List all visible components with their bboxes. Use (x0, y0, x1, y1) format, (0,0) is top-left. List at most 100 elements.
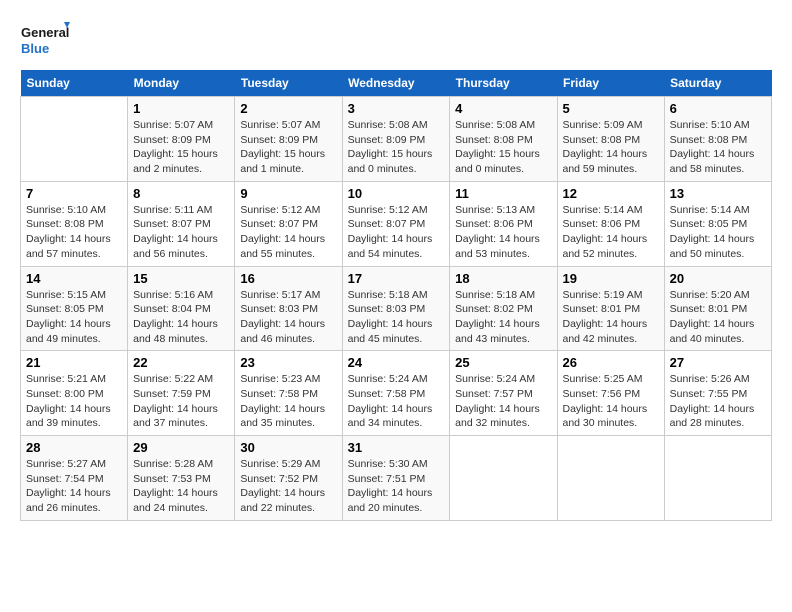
calendar-cell: 8 Sunrise: 5:11 AM Sunset: 8:07 PM Daylig… (128, 181, 235, 266)
day-number: 2 (240, 101, 336, 116)
day-number: 7 (26, 186, 122, 201)
day-number: 10 (348, 186, 445, 201)
day-number: 5 (563, 101, 659, 116)
day-number: 3 (348, 101, 445, 116)
calendar-cell: 24 Sunrise: 5:24 AM Sunset: 7:58 PM Dayli… (342, 351, 450, 436)
day-number: 29 (133, 440, 229, 455)
svg-text:Blue: Blue (21, 41, 49, 56)
header-row: SundayMondayTuesdayWednesdayThursdayFrid… (21, 70, 772, 97)
week-row-5: 28 Sunrise: 5:27 AM Sunset: 7:54 PM Dayli… (21, 436, 772, 521)
day-info: Sunrise: 5:08 AM Sunset: 8:08 PM Dayligh… (455, 118, 551, 177)
calendar-cell: 19 Sunrise: 5:19 AM Sunset: 8:01 PM Dayli… (557, 266, 664, 351)
calendar-cell: 14 Sunrise: 5:15 AM Sunset: 8:05 PM Dayli… (21, 266, 128, 351)
calendar-cell: 6Sunrise: 5:10 AM Sunset: 8:08 PM Daylig… (664, 97, 771, 182)
header-day-saturday: Saturday (664, 70, 771, 97)
day-info: Sunrise: 5:24 AM Sunset: 7:57 PM Dayligh… (455, 372, 551, 431)
day-info: Sunrise: 5:12 AM Sunset: 8:07 PM Dayligh… (348, 203, 445, 262)
day-number: 4 (455, 101, 551, 116)
day-info: Sunrise: 5:09 AM Sunset: 8:08 PM Dayligh… (563, 118, 659, 177)
week-row-1: 1Sunrise: 5:07 AM Sunset: 8:09 PM Daylig… (21, 97, 772, 182)
calendar-cell: 16 Sunrise: 5:17 AM Sunset: 8:03 PM Dayli… (235, 266, 342, 351)
day-number: 11 (455, 186, 551, 201)
day-info: Sunrise: 5:11 AM Sunset: 8:07 PM Dayligh… (133, 203, 229, 262)
day-number: 24 (348, 355, 445, 370)
calendar-cell: 18 Sunrise: 5:18 AM Sunset: 8:02 PM Dayli… (450, 266, 557, 351)
calendar-table: SundayMondayTuesdayWednesdayThursdayFrid… (20, 70, 772, 521)
header-day-thursday: Thursday (450, 70, 557, 97)
calendar-cell: 31 Sunrise: 5:30 AM Sunset: 7:51 PM Dayli… (342, 436, 450, 521)
day-info: Sunrise: 5:14 AM Sunset: 8:06 PM Dayligh… (563, 203, 659, 262)
day-info: Sunrise: 5:14 AM Sunset: 8:05 PM Dayligh… (670, 203, 766, 262)
day-info: Sunrise: 5:19 AM Sunset: 8:01 PM Dayligh… (563, 288, 659, 347)
header-day-monday: Monday (128, 70, 235, 97)
day-info: Sunrise: 5:07 AM Sunset: 8:09 PM Dayligh… (133, 118, 229, 177)
calendar-cell: 5 Sunrise: 5:09 AM Sunset: 8:08 PM Daylig… (557, 97, 664, 182)
header-day-friday: Friday (557, 70, 664, 97)
header-day-sunday: Sunday (21, 70, 128, 97)
day-number: 27 (670, 355, 766, 370)
calendar-cell: 3Sunrise: 5:08 AM Sunset: 8:09 PM Daylig… (342, 97, 450, 182)
day-number: 26 (563, 355, 659, 370)
day-info: Sunrise: 5:20 AM Sunset: 8:01 PM Dayligh… (670, 288, 766, 347)
day-number: 12 (563, 186, 659, 201)
day-number: 15 (133, 271, 229, 286)
calendar-cell: 26 Sunrise: 5:25 AM Sunset: 7:56 PM Dayli… (557, 351, 664, 436)
calendar-cell: 1Sunrise: 5:07 AM Sunset: 8:09 PM Daylig… (128, 97, 235, 182)
calendar-body: 1Sunrise: 5:07 AM Sunset: 8:09 PM Daylig… (21, 97, 772, 521)
svg-text:General: General (21, 25, 69, 40)
day-info: Sunrise: 5:18 AM Sunset: 8:03 PM Dayligh… (348, 288, 445, 347)
day-number: 14 (26, 271, 122, 286)
calendar-cell: 20 Sunrise: 5:20 AM Sunset: 8:01 PM Dayli… (664, 266, 771, 351)
calendar-cell: 17 Sunrise: 5:18 AM Sunset: 8:03 PM Dayli… (342, 266, 450, 351)
day-number: 18 (455, 271, 551, 286)
day-info: Sunrise: 5:25 AM Sunset: 7:56 PM Dayligh… (563, 372, 659, 431)
day-info: Sunrise: 5:26 AM Sunset: 7:55 PM Dayligh… (670, 372, 766, 431)
day-number: 22 (133, 355, 229, 370)
day-info: Sunrise: 5:15 AM Sunset: 8:05 PM Dayligh… (26, 288, 122, 347)
week-row-4: 21Sunrise: 5:21 AM Sunset: 8:00 PM Dayli… (21, 351, 772, 436)
calendar-cell (21, 97, 128, 182)
calendar-cell: 28 Sunrise: 5:27 AM Sunset: 7:54 PM Dayli… (21, 436, 128, 521)
day-number: 28 (26, 440, 122, 455)
day-number: 19 (563, 271, 659, 286)
calendar-cell: 15 Sunrise: 5:16 AM Sunset: 8:04 PM Dayli… (128, 266, 235, 351)
day-info: Sunrise: 5:23 AM Sunset: 7:58 PM Dayligh… (240, 372, 336, 431)
day-number: 25 (455, 355, 551, 370)
calendar-cell (664, 436, 771, 521)
calendar-cell: 2 Sunrise: 5:07 AM Sunset: 8:09 PM Daylig… (235, 97, 342, 182)
day-info: Sunrise: 5:27 AM Sunset: 7:54 PM Dayligh… (26, 457, 122, 516)
day-info: Sunrise: 5:07 AM Sunset: 8:09 PM Dayligh… (240, 118, 336, 177)
calendar-cell: 13Sunrise: 5:14 AM Sunset: 8:05 PM Dayli… (664, 181, 771, 266)
day-info: Sunrise: 5:13 AM Sunset: 8:06 PM Dayligh… (455, 203, 551, 262)
day-info: Sunrise: 5:17 AM Sunset: 8:03 PM Dayligh… (240, 288, 336, 347)
day-number: 17 (348, 271, 445, 286)
day-number: 31 (348, 440, 445, 455)
calendar-cell (557, 436, 664, 521)
day-number: 8 (133, 186, 229, 201)
week-row-3: 14 Sunrise: 5:15 AM Sunset: 8:05 PM Dayli… (21, 266, 772, 351)
calendar-header: SundayMondayTuesdayWednesdayThursdayFrid… (21, 70, 772, 97)
day-number: 16 (240, 271, 336, 286)
calendar-cell: 9Sunrise: 5:12 AM Sunset: 8:07 PM Daylig… (235, 181, 342, 266)
day-number: 21 (26, 355, 122, 370)
header-day-wednesday: Wednesday (342, 70, 450, 97)
day-info: Sunrise: 5:30 AM Sunset: 7:51 PM Dayligh… (348, 457, 445, 516)
day-number: 20 (670, 271, 766, 286)
calendar-cell: 11 Sunrise: 5:13 AM Sunset: 8:06 PM Dayli… (450, 181, 557, 266)
calendar-cell (450, 436, 557, 521)
calendar-cell: 21Sunrise: 5:21 AM Sunset: 8:00 PM Dayli… (21, 351, 128, 436)
calendar-cell: 4 Sunrise: 5:08 AM Sunset: 8:08 PM Daylig… (450, 97, 557, 182)
header-day-tuesday: Tuesday (235, 70, 342, 97)
day-info: Sunrise: 5:16 AM Sunset: 8:04 PM Dayligh… (133, 288, 229, 347)
logo: General Blue (20, 20, 70, 60)
day-number: 30 (240, 440, 336, 455)
day-info: Sunrise: 5:24 AM Sunset: 7:58 PM Dayligh… (348, 372, 445, 431)
day-info: Sunrise: 5:18 AM Sunset: 8:02 PM Dayligh… (455, 288, 551, 347)
calendar-cell: 10 Sunrise: 5:12 AM Sunset: 8:07 PM Dayli… (342, 181, 450, 266)
calendar-cell: 7Sunrise: 5:10 AM Sunset: 8:08 PM Daylig… (21, 181, 128, 266)
calendar-cell: 25 Sunrise: 5:24 AM Sunset: 7:57 PM Dayli… (450, 351, 557, 436)
day-info: Sunrise: 5:28 AM Sunset: 7:53 PM Dayligh… (133, 457, 229, 516)
calendar-cell: 12 Sunrise: 5:14 AM Sunset: 8:06 PM Dayli… (557, 181, 664, 266)
day-info: Sunrise: 5:29 AM Sunset: 7:52 PM Dayligh… (240, 457, 336, 516)
calendar-cell: 30 Sunrise: 5:29 AM Sunset: 7:52 PM Dayli… (235, 436, 342, 521)
